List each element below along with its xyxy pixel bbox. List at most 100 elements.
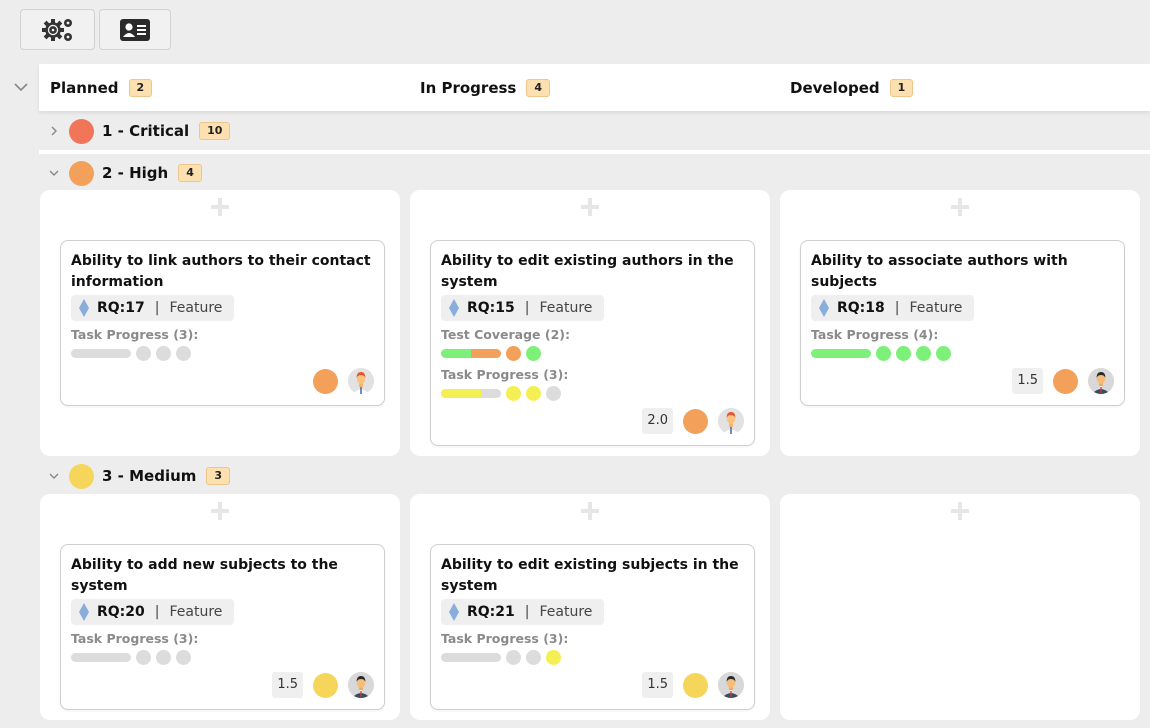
task-dot[interactable] bbox=[176, 345, 191, 361]
add-card-button[interactable] bbox=[581, 198, 599, 216]
dark-hair-man-avatar-icon bbox=[1088, 368, 1114, 394]
column-header-planned[interactable]: Planned 2 bbox=[50, 64, 153, 111]
toolbar bbox=[20, 9, 171, 50]
task-dot[interactable] bbox=[136, 649, 151, 665]
task-dot[interactable] bbox=[546, 385, 561, 401]
task-dot[interactable] bbox=[506, 385, 521, 401]
swimlane-header-medium[interactable]: 3 - Medium 3 bbox=[39, 456, 231, 496]
card-rq-20[interactable]: Ability to add new subjects to the syste… bbox=[60, 544, 385, 710]
column-count-badge: 1 bbox=[889, 78, 914, 97]
card-rq-15[interactable]: Ability to edit existing authors in the … bbox=[430, 240, 755, 446]
card-footer: 2.0 bbox=[441, 407, 744, 435]
add-card-button[interactable] bbox=[211, 198, 229, 216]
card-rq-18[interactable]: Ability to associate authors with subjec… bbox=[800, 240, 1125, 406]
contact-card-button[interactable] bbox=[99, 9, 171, 50]
assignee-avatar[interactable] bbox=[348, 672, 374, 698]
requirement-diamond-icon bbox=[79, 299, 89, 317]
task-progress-row bbox=[811, 345, 1114, 361]
card-tag: RQ:18 | Feature bbox=[811, 295, 975, 321]
card-id[interactable]: RQ:18 bbox=[837, 300, 885, 316]
column-title: In Progress bbox=[420, 78, 517, 97]
card-type: Feature bbox=[539, 604, 593, 620]
task-dot[interactable] bbox=[176, 649, 191, 665]
test-dot[interactable] bbox=[506, 345, 521, 361]
task-dot[interactable] bbox=[526, 385, 541, 401]
cell-medium-planned: Ability to add new subjects to the syste… bbox=[40, 494, 400, 720]
test-dot[interactable] bbox=[526, 345, 541, 361]
add-card-button[interactable] bbox=[211, 502, 229, 520]
tag-separator: | bbox=[524, 604, 530, 620]
swimlane-divider bbox=[39, 150, 1150, 154]
column-count-badge: 4 bbox=[526, 78, 550, 97]
task-progress-row bbox=[71, 345, 374, 361]
card-title: Ability to add new subjects to the syste… bbox=[71, 557, 338, 594]
task-progress-label: Task Progress (3): bbox=[71, 327, 199, 342]
chevron-down-icon[interactable] bbox=[47, 469, 61, 483]
card-tag: RQ:20 | Feature bbox=[71, 599, 235, 625]
task-progress-label: Task Progress (3): bbox=[441, 631, 569, 646]
task-progress-row bbox=[71, 649, 374, 665]
task-dot[interactable] bbox=[876, 345, 891, 361]
swimlane-header-high[interactable]: 2 - High 4 bbox=[39, 153, 202, 193]
card-id[interactable]: RQ:17 bbox=[97, 300, 145, 316]
card-footer: 1.5 bbox=[71, 671, 374, 699]
estimate-badge: 2.0 bbox=[642, 408, 673, 434]
column-header-developed[interactable]: Developed 1 bbox=[790, 64, 914, 111]
estimate-badge: 1.5 bbox=[642, 672, 673, 698]
task-progress-label: Task Progress (3): bbox=[441, 367, 569, 382]
swimlane-count-badge: 10 bbox=[199, 122, 231, 140]
tag-separator: | bbox=[154, 300, 160, 316]
task-progress-row bbox=[441, 385, 744, 401]
column-title: Planned bbox=[50, 78, 119, 97]
task-progress-bar bbox=[811, 348, 871, 358]
task-dot[interactable] bbox=[916, 345, 931, 361]
card-title: Ability to edit existing authors in the … bbox=[441, 253, 734, 290]
requirement-diamond-icon bbox=[819, 299, 829, 317]
add-card-button[interactable] bbox=[951, 502, 969, 520]
gears-icon bbox=[41, 18, 72, 41]
cell-medium-in-progress: Ability to edit existing subjects in the… bbox=[410, 494, 770, 720]
test-coverage-label: Test Coverage (2): bbox=[441, 327, 570, 342]
task-progress-bar bbox=[441, 388, 501, 398]
swimlane-count-badge: 4 bbox=[178, 164, 202, 182]
task-dot[interactable] bbox=[156, 345, 171, 361]
column-header-in-progress[interactable]: In Progress 4 bbox=[420, 64, 550, 111]
chevron-right-icon[interactable] bbox=[47, 124, 61, 138]
assignee-avatar[interactable] bbox=[348, 368, 374, 394]
task-progress-row bbox=[441, 649, 744, 665]
task-dot[interactable] bbox=[136, 345, 151, 361]
card-id[interactable]: RQ:20 bbox=[97, 604, 145, 620]
collapse-all-chevron-icon[interactable] bbox=[12, 78, 30, 96]
card-rq-21[interactable]: Ability to edit existing subjects in the… bbox=[430, 544, 755, 710]
swimlane-header-critical[interactable]: 1 - Critical 10 bbox=[39, 111, 231, 151]
card-id[interactable]: RQ:21 bbox=[467, 604, 515, 620]
test-coverage-row bbox=[441, 345, 744, 361]
card-type: Feature bbox=[909, 300, 963, 316]
task-progress-label: Task Progress (4): bbox=[811, 327, 939, 342]
settings-button[interactable] bbox=[20, 9, 95, 50]
task-progress-bar bbox=[71, 652, 131, 662]
assignee-avatar[interactable] bbox=[1088, 368, 1114, 394]
task-dot[interactable] bbox=[526, 649, 541, 665]
chevron-down-icon[interactable] bbox=[47, 166, 61, 180]
redhead-man-avatar-icon bbox=[348, 368, 374, 394]
priority-dot-medium bbox=[69, 463, 94, 489]
progress-segment bbox=[811, 348, 871, 358]
task-dot[interactable] bbox=[936, 345, 951, 361]
cell-medium-developed bbox=[780, 494, 1140, 720]
add-card-button[interactable] bbox=[951, 198, 969, 216]
task-progress-bar bbox=[71, 348, 131, 358]
task-dot[interactable] bbox=[546, 649, 561, 665]
task-dot[interactable] bbox=[156, 649, 171, 665]
card-title: Ability to edit existing subjects in the… bbox=[441, 557, 739, 594]
priority-indicator bbox=[313, 672, 338, 698]
task-dot[interactable] bbox=[896, 345, 911, 361]
redhead-man-avatar-icon bbox=[718, 408, 744, 434]
card-rq-17[interactable]: Ability to link authors to their contact… bbox=[60, 240, 385, 406]
task-dot[interactable] bbox=[506, 649, 521, 665]
add-card-button[interactable] bbox=[581, 502, 599, 520]
assignee-avatar[interactable] bbox=[718, 672, 744, 698]
card-id[interactable]: RQ:15 bbox=[467, 300, 515, 316]
assignee-avatar[interactable] bbox=[718, 408, 744, 434]
card-footer: 1.5 bbox=[811, 367, 1114, 395]
